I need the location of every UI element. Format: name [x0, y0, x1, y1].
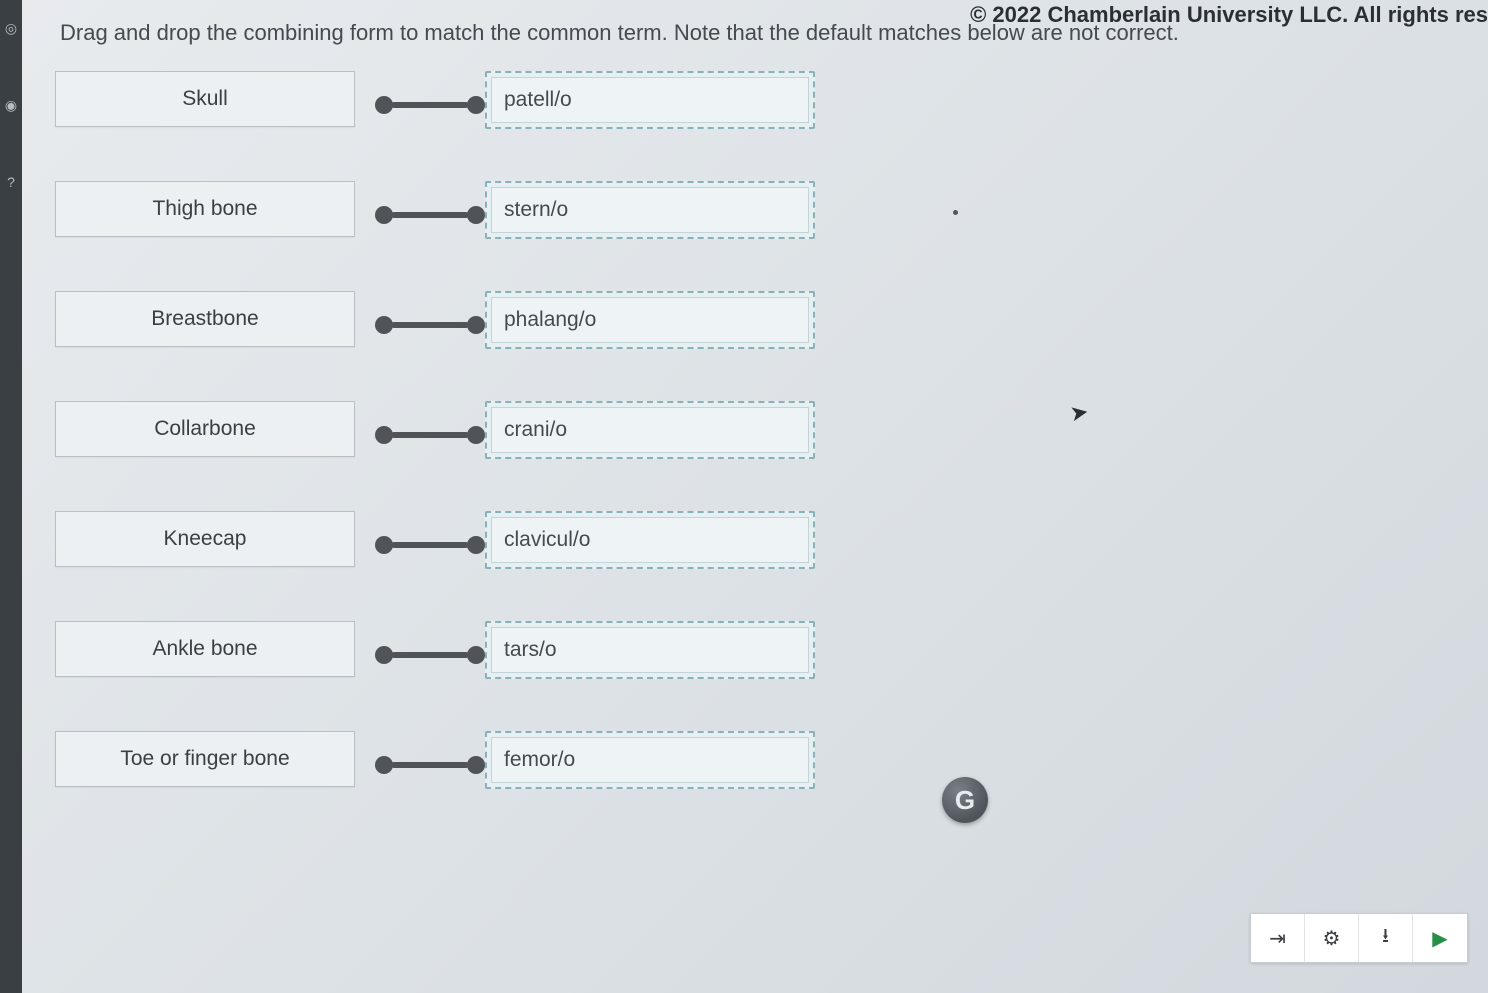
draggable-combining-form[interactable]: phalang/o — [491, 297, 809, 343]
term-box-ankle-bone: Ankle bone — [55, 621, 355, 677]
term-box-thigh-bone: Thigh bone — [55, 181, 355, 237]
arrow-right-icon: ⇥ — [1269, 926, 1286, 951]
connector-line — [375, 759, 485, 771]
drop-target[interactable]: phalang/o — [485, 291, 815, 349]
play-icon: ▶ — [1432, 926, 1447, 951]
connector-line — [375, 99, 485, 111]
match-row: Thigh bone stern/o — [55, 175, 815, 285]
connector-line — [375, 319, 485, 331]
match-row: Collarbone crani/o — [55, 395, 815, 505]
connector-line — [375, 539, 485, 551]
instruction-text: Drag and drop the combining form to matc… — [60, 20, 1448, 46]
rail-target-icon[interactable]: ◎ — [5, 20, 17, 37]
gear-icon: ⚙ — [1323, 926, 1341, 951]
match-row: Ankle bone tars/o — [55, 615, 815, 725]
draggable-combining-form[interactable]: stern/o — [491, 187, 809, 233]
term-box-skull: Skull — [55, 71, 355, 127]
term-box-breastbone: Breastbone — [55, 291, 355, 347]
draggable-combining-form[interactable]: crani/o — [491, 407, 809, 453]
stray-dot — [953, 210, 958, 215]
left-rail: ◎ ◉ ? — [0, 0, 22, 993]
term-box-toe-finger-bone: Toe or finger bone — [55, 731, 355, 787]
bottom-toolbar: ⇥ ⚙ ⭳ ▶ — [1250, 913, 1468, 963]
term-box-kneecap: Kneecap — [55, 511, 355, 567]
drop-target[interactable]: crani/o — [485, 401, 815, 459]
drop-target[interactable]: stern/o — [485, 181, 815, 239]
term-box-collarbone: Collarbone — [55, 401, 355, 457]
drop-target[interactable]: tars/o — [485, 621, 815, 679]
g-badge-icon[interactable]: G — [942, 777, 988, 823]
next-button[interactable]: ⇥ — [1251, 914, 1305, 962]
rail-help-icon[interactable]: ? — [7, 174, 15, 190]
settings-button[interactable]: ⚙ — [1305, 914, 1359, 962]
connector-line — [375, 429, 485, 441]
match-row: Skull patell/o — [55, 65, 815, 175]
drop-target[interactable]: femor/o — [485, 731, 815, 789]
draggable-combining-form[interactable]: patell/o — [491, 77, 809, 123]
download-icon: ⭳ — [1382, 921, 1389, 955]
draggable-combining-form[interactable]: clavicul/o — [491, 517, 809, 563]
match-row: Breastbone phalang/o — [55, 285, 815, 395]
drop-target[interactable]: clavicul/o — [485, 511, 815, 569]
play-button[interactable]: ▶ — [1413, 914, 1467, 962]
match-row: Kneecap clavicul/o — [55, 505, 815, 615]
matching-area: Skull patell/o Thigh bone stern/o Breast… — [55, 65, 815, 835]
draggable-combining-form[interactable]: tars/o — [491, 627, 809, 673]
match-row: Toe or finger bone femor/o — [55, 725, 815, 835]
download-button[interactable]: ⭳ — [1359, 914, 1413, 962]
cursor-icon: ➤ — [1067, 399, 1090, 428]
connector-line — [375, 649, 485, 661]
connector-line — [375, 209, 485, 221]
rail-eye-icon[interactable]: ◉ — [5, 97, 17, 114]
draggable-combining-form[interactable]: femor/o — [491, 737, 809, 783]
drop-target[interactable]: patell/o — [485, 71, 815, 129]
